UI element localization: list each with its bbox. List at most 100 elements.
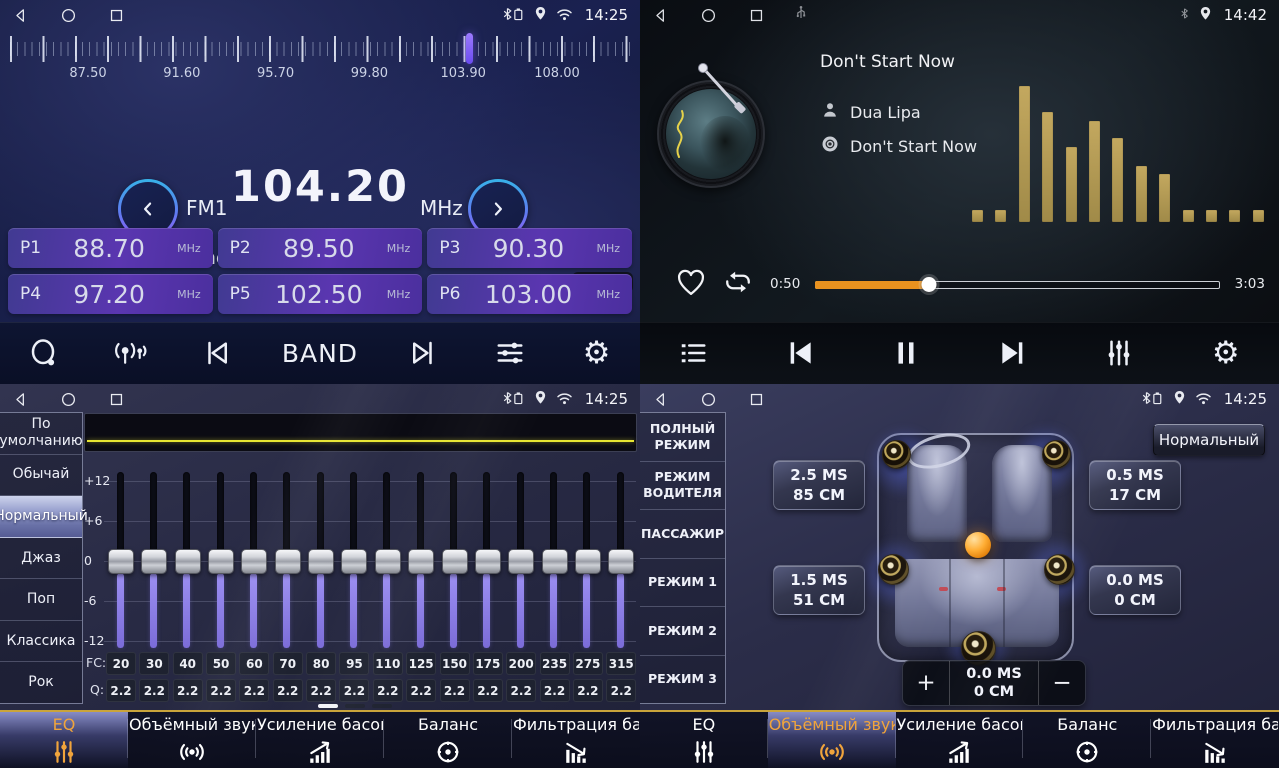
q-value-chip[interactable]: 2.2	[373, 679, 403, 702]
eq-preset-item[interactable]: Классика	[0, 621, 82, 663]
tab-surround[interactable]: Объёмный звук	[768, 712, 896, 768]
eq-preset-item[interactable]: Нормальный	[0, 496, 82, 538]
eq-settings-icon[interactable]	[1097, 331, 1141, 375]
q-value-chip[interactable]: 2.2	[239, 679, 269, 702]
eq-slider-handle[interactable]	[442, 549, 468, 574]
fc-value-chip[interactable]: 275	[573, 652, 603, 675]
fc-value-chip[interactable]: 200	[506, 652, 536, 675]
playlist-icon[interactable]	[671, 331, 715, 375]
tab-filter[interactable]: Фильтрация ба...	[1151, 712, 1279, 768]
sound-profile-button[interactable]: Нормальный	[1153, 424, 1265, 456]
eq-band-slider[interactable]	[575, 472, 599, 648]
preset-button-p3[interactable]: P390.30MHz	[427, 228, 632, 268]
preset-button-p2[interactable]: P289.50MHz	[218, 228, 423, 268]
home-button[interactable]	[700, 7, 717, 24]
fc-value-chip[interactable]: 20	[106, 652, 136, 675]
delay-decrease-button[interactable]: −	[1039, 661, 1085, 705]
seek-slider[interactable]	[815, 276, 1219, 292]
preset-button-p1[interactable]: P188.70MHz	[8, 228, 213, 268]
delay-increase-button[interactable]: +	[903, 661, 949, 705]
tab-bass-boost[interactable]: Усиление басов	[896, 712, 1024, 768]
eq-band-slider[interactable]	[208, 472, 232, 648]
tuner-scale[interactable]	[10, 34, 630, 64]
listening-mode-item[interactable]: ПОЛНЫЙ РЕЖИМ	[640, 413, 725, 462]
settings-gear-icon[interactable]: ⚙	[1204, 331, 1248, 375]
fc-value-chip[interactable]: 30	[139, 652, 169, 675]
fc-value-chip[interactable]: 125	[406, 652, 436, 675]
home-button[interactable]	[700, 391, 717, 408]
eq-band-slider[interactable]	[608, 472, 632, 648]
tab-bass-boost[interactable]: Усиление басов	[256, 712, 384, 768]
eq-slider-handle[interactable]	[108, 549, 134, 574]
scan-icon[interactable]	[21, 331, 65, 375]
home-button[interactable]	[60, 7, 77, 24]
band-button[interactable]: BAND	[282, 339, 358, 368]
recents-button[interactable]	[748, 391, 765, 408]
fc-value-chip[interactable]: 150	[440, 652, 470, 675]
eq-band-slider[interactable]	[175, 472, 199, 648]
tab-filter[interactable]: Фильтрация ба...	[512, 712, 640, 768]
eq-preset-item[interactable]: Поп	[0, 579, 82, 621]
eq-preset-item[interactable]: По умолчанию	[0, 413, 82, 455]
q-value-chip[interactable]: 2.2	[573, 679, 603, 702]
eq-slider-handle[interactable]	[608, 549, 634, 574]
tab-eq[interactable]: EQ	[640, 712, 768, 768]
seek-knob[interactable]	[921, 277, 936, 292]
eq-slider-handle[interactable]	[508, 549, 534, 574]
eq-band-slider[interactable]	[141, 472, 165, 648]
q-value-chip[interactable]: 2.2	[606, 679, 636, 702]
eq-slider-handle[interactable]	[241, 549, 267, 574]
eq-settings-icon[interactable]	[488, 331, 532, 375]
rear-left-delay[interactable]: 1.5 MS 51 CM	[773, 565, 865, 615]
q-value-chip[interactable]: 2.2	[473, 679, 503, 702]
eq-band-slider[interactable]	[508, 472, 532, 648]
listening-mode-item[interactable]: РЕЖИМ 3	[640, 656, 725, 704]
preset-button-p4[interactable]: P497.20MHz	[8, 274, 213, 314]
eq-band-slider[interactable]	[375, 472, 399, 648]
back-button[interactable]	[12, 391, 29, 408]
fc-value-chip[interactable]: 80	[306, 652, 336, 675]
eq-slider-handle[interactable]	[175, 549, 201, 574]
previous-icon[interactable]	[195, 331, 239, 375]
eq-band-slider[interactable]	[341, 472, 365, 648]
eq-slider-handle[interactable]	[208, 549, 234, 574]
broadcast-icon[interactable]	[108, 331, 152, 375]
back-button[interactable]	[652, 7, 669, 24]
q-value-chip[interactable]: 2.2	[440, 679, 470, 702]
listening-mode-item[interactable]: ПАССАЖИР	[640, 510, 725, 559]
eq-slider-handle[interactable]	[308, 549, 334, 574]
eq-band-slider[interactable]	[475, 472, 499, 648]
listening-mode-item[interactable]: РЕЖИМ 1	[640, 559, 725, 608]
listening-mode-item[interactable]: РЕЖИМ 2	[640, 607, 725, 656]
tab-eq[interactable]: EQ	[0, 712, 128, 768]
home-button[interactable]	[60, 391, 77, 408]
eq-slider-handle[interactable]	[542, 549, 568, 574]
eq-slider-handle[interactable]	[375, 549, 401, 574]
front-left-delay[interactable]: 2.5 MS 85 CM	[773, 460, 865, 510]
fc-value-chip[interactable]: 50	[206, 652, 236, 675]
recents-button[interactable]	[748, 7, 765, 24]
front-right-delay[interactable]: 0.5 MS 17 CM	[1089, 460, 1181, 510]
tab-surround[interactable]: Объёмный звук	[128, 712, 256, 768]
recents-button[interactable]	[108, 7, 125, 24]
eq-band-slider[interactable]	[442, 472, 466, 648]
fc-value-chip[interactable]: 110	[373, 652, 403, 675]
q-value-chip[interactable]: 2.2	[339, 679, 369, 702]
eq-band-slider[interactable]	[308, 472, 332, 648]
fc-value-chip[interactable]: 315	[606, 652, 636, 675]
fc-value-chip[interactable]: 40	[173, 652, 203, 675]
back-button[interactable]	[12, 7, 29, 24]
q-value-chip[interactable]: 2.2	[206, 679, 236, 702]
eq-band-slider[interactable]	[408, 472, 432, 648]
favorite-icon[interactable]	[676, 268, 706, 300]
fc-value-chip[interactable]: 60	[239, 652, 269, 675]
eq-slider-handle[interactable]	[141, 549, 167, 574]
previous-track-icon[interactable]	[778, 331, 822, 375]
next-track-icon[interactable]	[991, 331, 1035, 375]
q-value-chip[interactable]: 2.2	[406, 679, 436, 702]
q-value-chip[interactable]: 2.2	[506, 679, 536, 702]
next-icon[interactable]	[401, 331, 445, 375]
repeat-icon[interactable]	[721, 268, 755, 300]
eq-slider-handle[interactable]	[475, 549, 501, 574]
preset-button-p6[interactable]: P6103.00MHz	[427, 274, 632, 314]
